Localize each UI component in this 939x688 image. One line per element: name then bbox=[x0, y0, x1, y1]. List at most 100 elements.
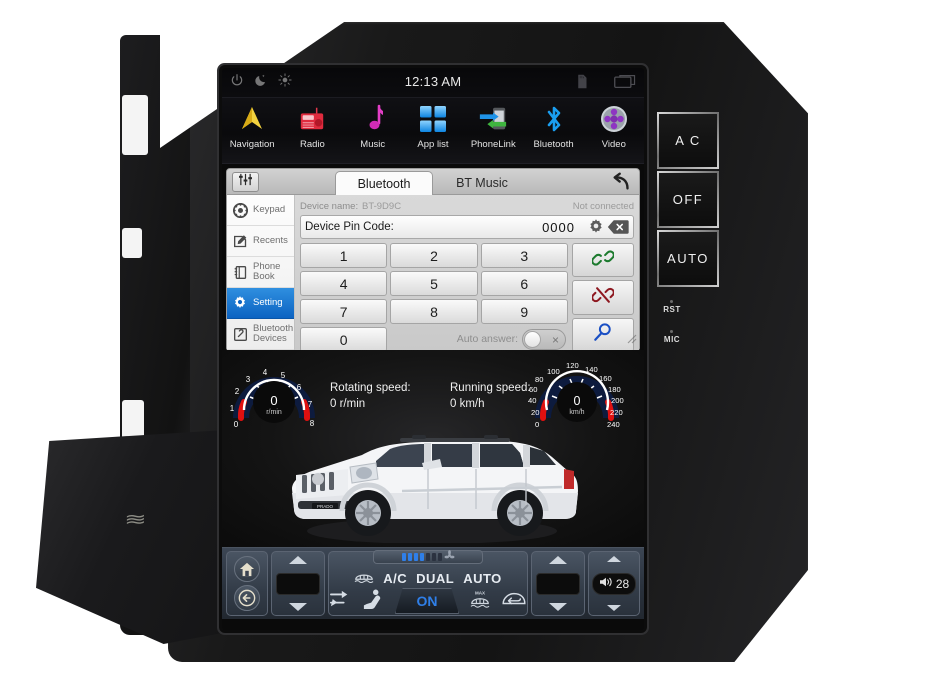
key-6[interactable]: 6 bbox=[480, 271, 568, 296]
key-9[interactable]: 9 bbox=[480, 299, 568, 324]
equalizer-icon bbox=[238, 173, 253, 191]
resize-grip-icon[interactable] bbox=[625, 331, 637, 349]
recirculate-icon[interactable] bbox=[329, 589, 351, 614]
dual-label[interactable]: DUAL bbox=[416, 571, 454, 586]
svg-text:MAX: MAX bbox=[475, 590, 485, 595]
key-8[interactable]: 8 bbox=[390, 299, 478, 324]
svg-text:7: 7 bbox=[308, 400, 313, 409]
svg-text:5: 5 bbox=[281, 371, 286, 380]
svg-text:4: 4 bbox=[263, 368, 268, 377]
dock-item-navigation[interactable]: Navigation bbox=[222, 102, 282, 150]
pin-backspace-button[interactable] bbox=[607, 217, 629, 237]
toggle-off-mark: × bbox=[551, 332, 559, 347]
dock-item-video[interactable]: Video bbox=[584, 102, 644, 150]
max-rear-defrost-icon[interactable]: MAX bbox=[469, 589, 491, 614]
fan-bar-4 bbox=[419, 553, 424, 561]
sidebar-item-keypad[interactable]: Keypad bbox=[227, 195, 294, 226]
connect-button[interactable] bbox=[572, 243, 634, 278]
sidebar-item-bluetooth-devices[interactable]: Bluetooth Devices bbox=[227, 319, 294, 350]
hard-button-column[interactable]: A C OFF AUTO bbox=[657, 112, 719, 289]
home-button[interactable] bbox=[234, 556, 260, 582]
fan-bar-5 bbox=[425, 553, 430, 561]
sd-card-icon bbox=[576, 74, 588, 94]
ac-label[interactable]: A/C bbox=[383, 571, 407, 586]
dock-item-music[interactable]: Music bbox=[343, 102, 403, 150]
hard-button-off[interactable]: OFF bbox=[657, 171, 719, 228]
auto-answer-toggle[interactable]: × bbox=[522, 329, 566, 350]
key-7[interactable]: 7 bbox=[300, 299, 388, 324]
hard-button-ac[interactable]: A C bbox=[657, 112, 719, 169]
volume-down-icon[interactable] bbox=[607, 605, 621, 611]
bluetooth-panel: Bluetooth BT Music Keypad Recents Phone … bbox=[226, 168, 640, 352]
app-dock[interactable]: Navigation Radio Music App list PhoneLin… bbox=[222, 98, 644, 164]
key-5[interactable]: 5 bbox=[390, 271, 478, 296]
svg-text:0: 0 bbox=[234, 420, 239, 429]
rotating-speed-readout: Rotating speed: 0 r/min bbox=[330, 380, 411, 412]
left-temp-stepper[interactable] bbox=[271, 551, 325, 616]
arrow-down-icon[interactable] bbox=[289, 603, 307, 611]
equalizer-button[interactable] bbox=[232, 172, 259, 192]
arrow-up-icon[interactable] bbox=[549, 556, 567, 564]
gear-icon bbox=[232, 295, 248, 311]
climate-control-bar[interactable]: A/C DUAL AUTO ON MAX 28 bbox=[222, 547, 644, 619]
arrow-down-icon[interactable] bbox=[549, 603, 567, 611]
running-speed-readout: Running speed: 0 km/h bbox=[450, 380, 531, 412]
fan-bar-2 bbox=[407, 553, 412, 561]
bluetooth-sidebar[interactable]: Keypad Recents Phone Book Setting Blueto… bbox=[227, 195, 295, 350]
svg-text:0: 0 bbox=[270, 393, 277, 408]
rst-pinhole bbox=[670, 300, 673, 303]
key-3[interactable]: 3 bbox=[480, 243, 568, 268]
dock-item-bluetooth[interactable]: Bluetooth bbox=[523, 102, 583, 150]
numeric-keypad[interactable]: 1 2 3 4 5 6 7 8 9 0 Auto answer: × bbox=[300, 243, 568, 352]
back-button-circle[interactable] bbox=[234, 585, 260, 611]
svg-text:PRADO: PRADO bbox=[317, 504, 334, 509]
dock-item-phonelink[interactable]: PhoneLink bbox=[463, 102, 523, 150]
tab-bt-music[interactable]: BT Music bbox=[439, 171, 525, 195]
svg-text:40: 40 bbox=[528, 396, 536, 405]
volume-up-icon[interactable] bbox=[607, 556, 621, 562]
svg-text:100: 100 bbox=[547, 367, 560, 376]
auto-label[interactable]: AUTO bbox=[463, 571, 502, 586]
volume-value: 28 bbox=[615, 576, 630, 591]
pin-code-row[interactable]: Device Pin Code: 0000 bbox=[300, 215, 634, 239]
search-icon bbox=[593, 322, 613, 347]
tab-bluetooth[interactable]: Bluetooth bbox=[335, 171, 433, 195]
fan-speed-indicator[interactable] bbox=[373, 550, 483, 564]
bluetooth-icon bbox=[523, 102, 583, 136]
sidebar-item-recents[interactable]: Recents bbox=[227, 226, 294, 257]
arrow-up-icon[interactable] bbox=[289, 556, 307, 564]
hard-button-auto[interactable]: AUTO bbox=[657, 230, 719, 287]
fresh-air-icon[interactable] bbox=[501, 590, 527, 613]
video-reel-icon bbox=[584, 102, 644, 136]
pin-settings-button[interactable] bbox=[585, 217, 607, 237]
device-name-value: BT-9D9C bbox=[362, 200, 402, 212]
climate-mode-words: A/C DUAL AUTO bbox=[329, 570, 527, 586]
svg-text:3: 3 bbox=[246, 375, 251, 384]
back-button[interactable] bbox=[611, 171, 633, 193]
svg-text:160: 160 bbox=[599, 374, 612, 383]
pin-code-label: Device Pin Code: bbox=[305, 221, 394, 233]
dock-item-app-list[interactable]: App list bbox=[403, 102, 463, 150]
touchscreen[interactable]: 12:13 AM Navigation Radio Music App list… bbox=[222, 68, 644, 630]
nav-buttons-group[interactable] bbox=[226, 551, 268, 616]
sidebar-item-phone-book[interactable]: Phone Book bbox=[227, 257, 294, 288]
svg-text:180: 180 bbox=[608, 385, 621, 394]
radio-icon bbox=[282, 102, 342, 136]
key-0[interactable]: 0 bbox=[300, 327, 388, 352]
screen-off-icon[interactable] bbox=[614, 74, 636, 94]
dock-label-radio: Radio bbox=[300, 139, 325, 150]
seat-airflow-icon[interactable] bbox=[361, 589, 385, 614]
key-2[interactable]: 2 bbox=[390, 243, 478, 268]
right-temp-stepper[interactable] bbox=[531, 551, 585, 616]
defrost-front-icon[interactable] bbox=[354, 570, 374, 586]
sidebar-item-setting[interactable]: Setting bbox=[227, 288, 294, 319]
climate-on-badge[interactable]: ON bbox=[395, 588, 459, 614]
key-4[interactable]: 4 bbox=[300, 271, 388, 296]
key-1[interactable]: 1 bbox=[300, 243, 388, 268]
fan-icon bbox=[444, 548, 455, 566]
volume-control[interactable]: 28 bbox=[588, 551, 640, 616]
bluetooth-settings-content: Device name: BT-9D9C Not connected Devic… bbox=[295, 195, 639, 352]
sidebar-label-phone-book: Phone Book bbox=[253, 260, 281, 282]
dock-item-radio[interactable]: Radio bbox=[282, 102, 342, 150]
disconnect-button[interactable] bbox=[572, 280, 634, 315]
